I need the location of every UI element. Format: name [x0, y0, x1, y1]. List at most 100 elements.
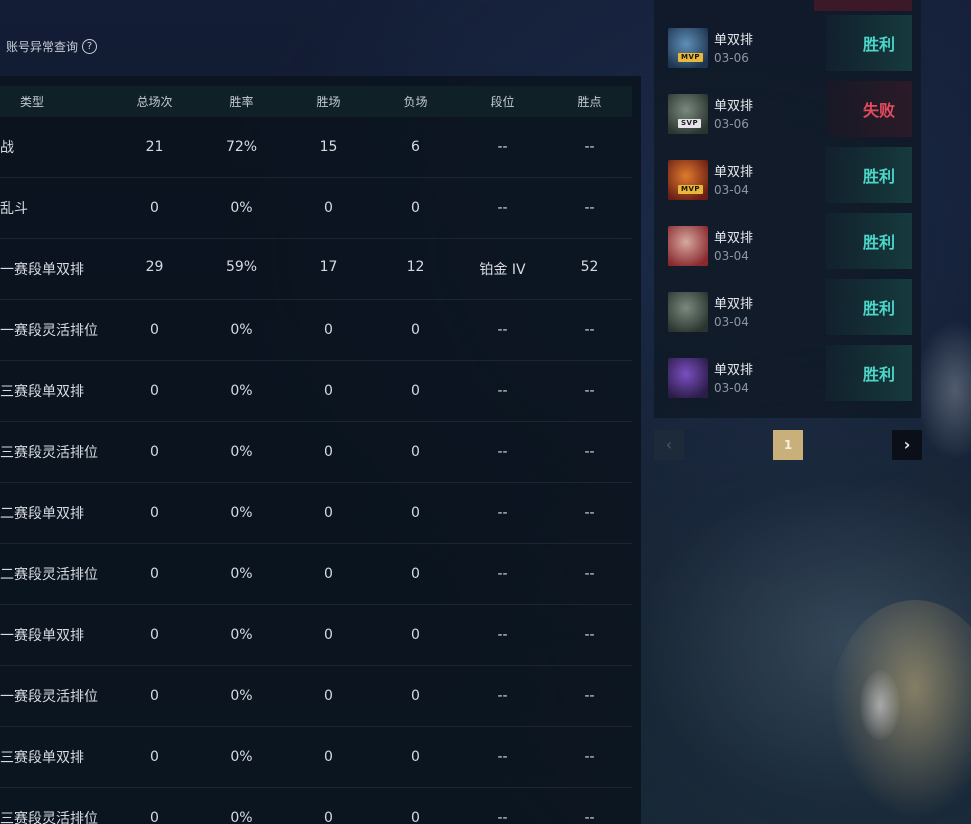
table-row: 一赛段灵活排位 0 0% 0 0 -- --	[0, 666, 632, 727]
wins-cell: 17	[319, 259, 338, 275]
match-mode: 单双排	[714, 165, 754, 180]
queue-type-label: 二赛段灵活排位	[0, 567, 98, 583]
help-icon[interactable]: ?	[82, 39, 98, 54]
lp-cell: --	[584, 810, 595, 824]
total-cell: 0	[150, 200, 159, 216]
match-item[interactable]: MVP 单双排 03-06 胜利	[668, 15, 912, 78]
losses-cell: 0	[411, 810, 420, 824]
table-row: 一赛段单双排 0 0% 0 0 -- --	[0, 605, 632, 666]
page-number-current[interactable]: 1	[773, 430, 803, 460]
total-cell: 0	[150, 627, 159, 643]
match-item[interactable]: 单双排 03-04 胜利	[668, 213, 912, 276]
wins-cell: 0	[324, 200, 333, 216]
match-item[interactable]: 单双排 03-04 胜利	[668, 345, 912, 408]
match-mode: 单双排	[714, 33, 754, 48]
winrate-cell: 0%	[230, 200, 253, 216]
total-cell: 29	[145, 259, 164, 275]
losses-cell: 6	[411, 139, 420, 155]
winrate-cell: 0%	[230, 566, 253, 582]
queue-type-label: 二赛段单双排	[0, 506, 84, 522]
lp-cell: --	[584, 627, 595, 643]
rank-cell: 铂金 IV	[479, 262, 526, 278]
queue-type-label: 三赛段单双排	[0, 750, 84, 766]
wins-cell: 0	[324, 322, 333, 338]
table-row: 一赛段单双排 29 59% 17 12 铂金 IV 52	[0, 239, 632, 300]
next-page-button[interactable]: ›	[892, 430, 922, 460]
lp-cell: --	[584, 444, 595, 460]
winrate-cell: 0%	[230, 322, 253, 338]
total-cell: 0	[150, 383, 159, 399]
match-item[interactable]: 单双排 03-04 胜利	[668, 279, 912, 342]
lp-cell: --	[584, 749, 595, 765]
match-mode: 单双排	[714, 297, 754, 312]
table-row: 二赛段灵活排位 0 0% 0 0 -- --	[0, 544, 632, 605]
column-header-rank: 段位	[490, 95, 515, 109]
lp-cell: 52	[580, 259, 599, 275]
queue-type-label: 三赛段灵活排位	[0, 811, 98, 824]
losses-cell: 0	[411, 749, 420, 765]
rank-cell: --	[497, 688, 508, 704]
total-cell: 0	[150, 444, 159, 460]
losses-cell: 12	[406, 259, 425, 275]
match-mode: 单双排	[714, 231, 754, 246]
queue-type-label: 三赛段灵活排位	[0, 445, 98, 461]
winrate-cell: 0%	[230, 810, 253, 824]
mvp-badge: MVP	[678, 185, 704, 194]
column-header-winrate: 胜率	[229, 95, 254, 109]
lp-cell: --	[584, 505, 595, 521]
queue-type-label: 三赛段单双排	[0, 384, 84, 400]
rank-cell: --	[497, 200, 508, 216]
rank-cell: --	[497, 627, 508, 643]
total-cell: 0	[150, 505, 159, 521]
wins-cell: 0	[324, 810, 333, 824]
table-row: 乱斗 0 0% 0 0 -- --	[0, 178, 632, 239]
winrate-cell: 0%	[230, 688, 253, 704]
wins-cell: 0	[324, 627, 333, 643]
match-item[interactable]: SVP 单双排 03-06 失败	[668, 81, 912, 144]
column-header-wins: 胜场	[316, 95, 341, 109]
wins-cell: 0	[324, 444, 333, 460]
rank-cell: --	[497, 810, 508, 824]
lp-cell: --	[584, 322, 595, 338]
wins-cell: 15	[319, 139, 338, 155]
table-row: 二赛段单双排 0 0% 0 0 -- --	[0, 483, 632, 544]
abnormal-query-link[interactable]: 账号异常查询 ?	[6, 38, 98, 55]
losses-cell: 0	[411, 200, 420, 216]
queue-type-label: 一赛段灵活排位	[0, 689, 98, 705]
winrate-cell: 59%	[225, 259, 258, 275]
losses-cell: 0	[411, 505, 420, 521]
mvp-badge: MVP	[678, 53, 704, 62]
losses-cell: 0	[411, 383, 420, 399]
champion-avatar	[668, 358, 708, 398]
match-item[interactable]: MVP 单双排 03-04 胜利	[668, 147, 912, 210]
rank-cell: --	[497, 749, 508, 765]
total-cell: 21	[145, 139, 164, 155]
wins-cell: 0	[324, 749, 333, 765]
stats-panel: 类型 总场次 胜率 胜场 负场 段位 胜点 战 21 72% 15 6 -- -- 乱斗 0 0%…	[0, 76, 641, 824]
winrate-cell: 72%	[225, 139, 258, 155]
queue-type-label: 一赛段单双排	[0, 262, 84, 278]
lp-cell: --	[584, 139, 595, 155]
rank-cell: --	[497, 139, 508, 155]
column-header-type: 类型	[20, 95, 45, 109]
table-row: 一赛段灵活排位 0 0% 0 0 -- --	[0, 300, 632, 361]
match-result: 胜利	[826, 213, 912, 269]
column-header-losses: 负场	[403, 95, 428, 109]
champion-avatar	[668, 292, 708, 332]
queue-type-label: 一赛段灵活排位	[0, 323, 98, 339]
abnormal-query-label: 账号异常查询	[6, 40, 79, 54]
match-result: 胜利	[826, 345, 912, 401]
champion-avatar	[668, 226, 708, 266]
column-header-total: 总场次	[136, 95, 173, 109]
stats-table-header: 类型 总场次 胜率 胜场 负场 段位 胜点	[0, 86, 632, 117]
champion-avatar	[668, 160, 708, 200]
table-row: 三赛段单双排 0 0% 0 0 -- --	[0, 361, 632, 422]
table-row: 三赛段灵活排位 0 0% 0 0 -- --	[0, 422, 632, 483]
winrate-cell: 0%	[230, 444, 253, 460]
queue-type-label: 战	[0, 140, 14, 156]
match-result: 失败	[826, 81, 912, 137]
lp-cell: --	[584, 200, 595, 216]
wins-cell: 0	[324, 505, 333, 521]
table-row: 三赛段单双排 0 0% 0 0 -- --	[0, 727, 632, 788]
prev-page-button[interactable]: ‹	[654, 430, 684, 460]
